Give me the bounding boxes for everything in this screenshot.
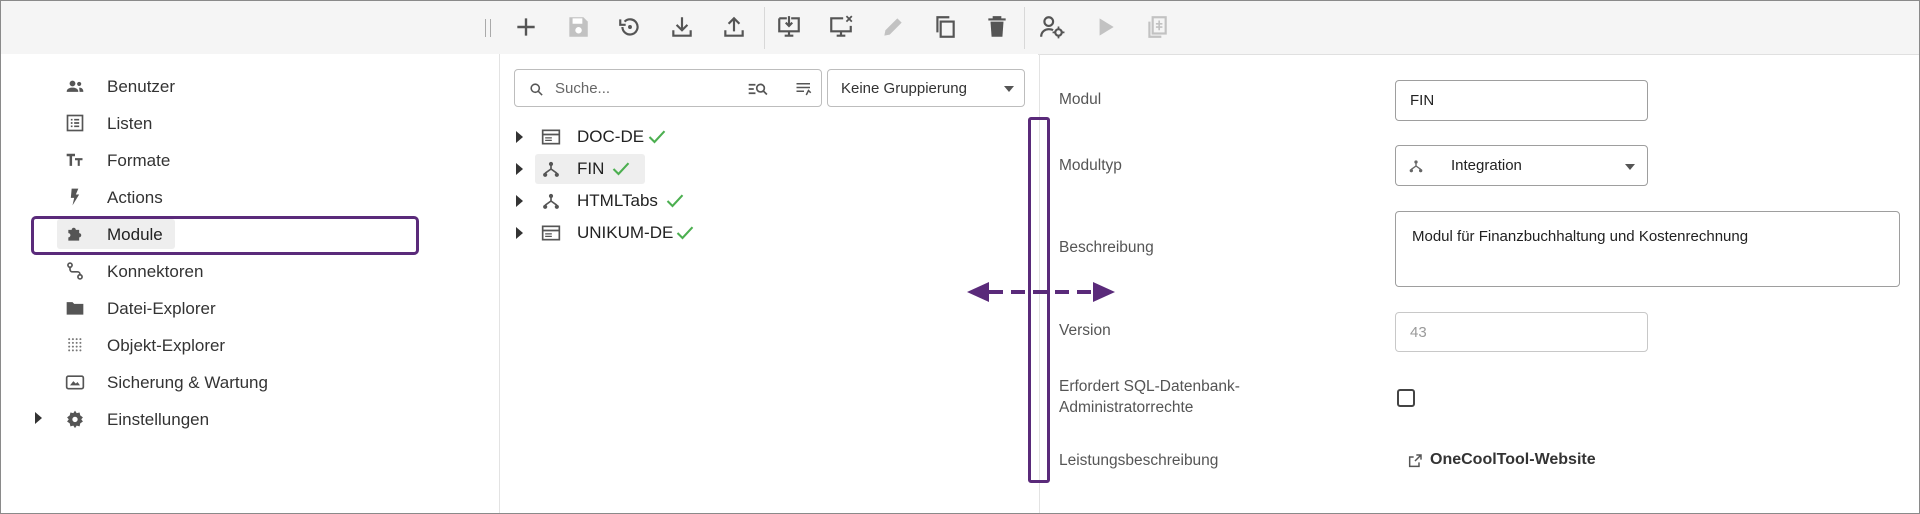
download-icon[interactable] — [666, 11, 698, 43]
window-icon — [541, 129, 561, 145]
sidebar-item-label: Actions — [107, 188, 163, 207]
tree-item-unikum-de[interactable]: UNIKUM-DE — [511, 218, 811, 248]
history-icon[interactable] — [614, 11, 646, 43]
sidebar-item-konnektoren[interactable]: Konnektoren — [57, 256, 203, 286]
user-gear-icon[interactable] — [1036, 11, 1068, 43]
sidebar-item-label: Datei-Explorer — [107, 299, 216, 318]
sql-admin-checkbox[interactable] — [1397, 389, 1415, 407]
app-window: Benutzer Listen Formate Actions Module K… — [0, 0, 1920, 514]
plus-icon[interactable] — [510, 11, 542, 43]
modultyp-label: Modultyp — [1059, 157, 1122, 174]
expand-caret-icon[interactable] — [516, 131, 523, 143]
sidebar: Benutzer Listen Formate Actions Module K… — [1, 54, 500, 513]
version-value: 43 — [1410, 324, 1427, 341]
modultyp-value: Integration — [1451, 157, 1522, 174]
check-icon — [648, 130, 666, 144]
toolbar-separator — [764, 7, 765, 49]
backup-icon — [65, 372, 85, 392]
expand-caret-icon[interactable] — [516, 163, 523, 175]
external-link-icon[interactable] — [1407, 453, 1423, 469]
website-link[interactable]: OneCoolTool-Website — [1430, 451, 1596, 469]
sidebar-item-label: Formate — [107, 151, 171, 170]
play-icon[interactable] — [1089, 11, 1121, 43]
gear-icon — [65, 409, 85, 429]
integration-icon — [1409, 160, 1423, 173]
sidebar-item-datei-explorer[interactable]: Datei-Explorer — [57, 293, 216, 323]
copy-icon[interactable] — [929, 11, 961, 43]
sidebar-item-label: Einstellungen — [107, 410, 210, 429]
sidebar-item-label: Benutzer — [107, 77, 176, 96]
pencil-icon[interactable] — [877, 11, 909, 43]
grouping-select[interactable]: Keine Gruppierung — [827, 69, 1025, 107]
modultyp-select[interactable]: Integration — [1395, 145, 1648, 186]
sidebar-item-label: Objekt-Explorer — [107, 336, 226, 355]
save-icon[interactable] — [562, 11, 594, 43]
search-icon — [530, 83, 543, 96]
tree-item-label: HTMLTabs — [577, 191, 658, 210]
tree-item-htmltabs[interactable]: HTMLTabs — [511, 186, 811, 216]
folder-icon — [65, 298, 85, 318]
modul-label: Modul — [1059, 91, 1102, 108]
list-icon — [65, 113, 85, 133]
expand-caret-icon[interactable] — [35, 412, 42, 424]
sidebar-item-sicherung-wartung[interactable]: Sicherung & Wartung — [57, 367, 268, 397]
sidebar-item-benutzer[interactable]: Benutzer — [57, 71, 177, 101]
window-icon — [541, 225, 561, 241]
sidebar-item-formate[interactable]: Formate — [57, 145, 177, 175]
tree-item-fin[interactable]: FIN — [511, 154, 811, 184]
check-icon — [666, 194, 684, 208]
version-label: Version — [1059, 322, 1111, 339]
chevron-down-icon — [1004, 86, 1014, 92]
integration-icon — [543, 161, 559, 177]
sidebar-item-actions[interactable]: Actions — [57, 182, 177, 212]
toolbar-separator — [1024, 7, 1025, 49]
tree-item-label: DOC-DE — [577, 127, 645, 146]
sidebar-item-label: Sicherung & Wartung — [107, 373, 268, 392]
clipboard-icon[interactable] — [1141, 11, 1173, 43]
tree-item-label: UNIKUM-DE — [577, 223, 674, 242]
monitor-download-icon[interactable] — [773, 11, 805, 43]
highlight-box-module — [31, 216, 419, 255]
upload-icon[interactable] — [718, 11, 750, 43]
sort-icon[interactable] — [795, 81, 813, 97]
sidebar-item-label: Listen — [107, 114, 153, 133]
sql-admin-label-line2: Administratorrechte — [1059, 399, 1194, 416]
sidebar-item-listen[interactable]: Listen — [57, 108, 177, 138]
search-placeholder: Suche... — [555, 80, 611, 97]
trash-icon[interactable] — [981, 11, 1013, 43]
beschreibung-label: Beschreibung — [1059, 239, 1154, 256]
users-icon — [65, 76, 85, 96]
modul-field[interactable]: FIN — [1395, 80, 1648, 121]
sidebar-item-label: Konnektoren — [107, 262, 204, 281]
grid-dots-icon — [65, 335, 85, 355]
filter-search-icon[interactable] — [747, 80, 769, 98]
beschreibung-value: Modul für Finanzbuchhaltung und Kostenre… — [1412, 228, 1749, 245]
grouping-value: Keine Gruppierung — [841, 80, 967, 97]
connector-icon — [65, 261, 85, 281]
version-field: 43 — [1395, 312, 1648, 352]
sidebar-item-objekt-explorer[interactable]: Objekt-Explorer — [57, 330, 225, 360]
search-input[interactable]: Suche... — [514, 69, 822, 107]
lightning-icon — [65, 187, 85, 207]
sidebar-item-einstellungen[interactable]: Einstellungen — [57, 404, 209, 434]
expand-caret-icon[interactable] — [516, 227, 523, 239]
leistungsbeschreibung-label: Leistungsbeschreibung — [1059, 452, 1219, 469]
monitor-remove-icon[interactable] — [825, 11, 857, 43]
beschreibung-textarea[interactable]: Modul für Finanzbuchhaltung und Kostenre… — [1395, 211, 1900, 287]
toolbar-grip[interactable] — [485, 19, 491, 37]
integration-icon — [543, 193, 559, 209]
text-format-icon — [65, 150, 85, 170]
modul-value: FIN — [1410, 92, 1435, 109]
expand-caret-icon[interactable] — [516, 195, 523, 207]
toolbar — [1, 1, 1919, 55]
sql-admin-label-line1: Erfordert SQL-Datenbank- — [1059, 378, 1240, 395]
chevron-down-icon — [1625, 164, 1635, 170]
check-icon — [676, 226, 694, 240]
tree-item-label: FIN — [577, 159, 605, 178]
resize-arrow-icon — [967, 282, 1115, 302]
tree-item-doc-de[interactable]: DOC-DE — [511, 122, 811, 152]
check-icon — [612, 162, 630, 176]
